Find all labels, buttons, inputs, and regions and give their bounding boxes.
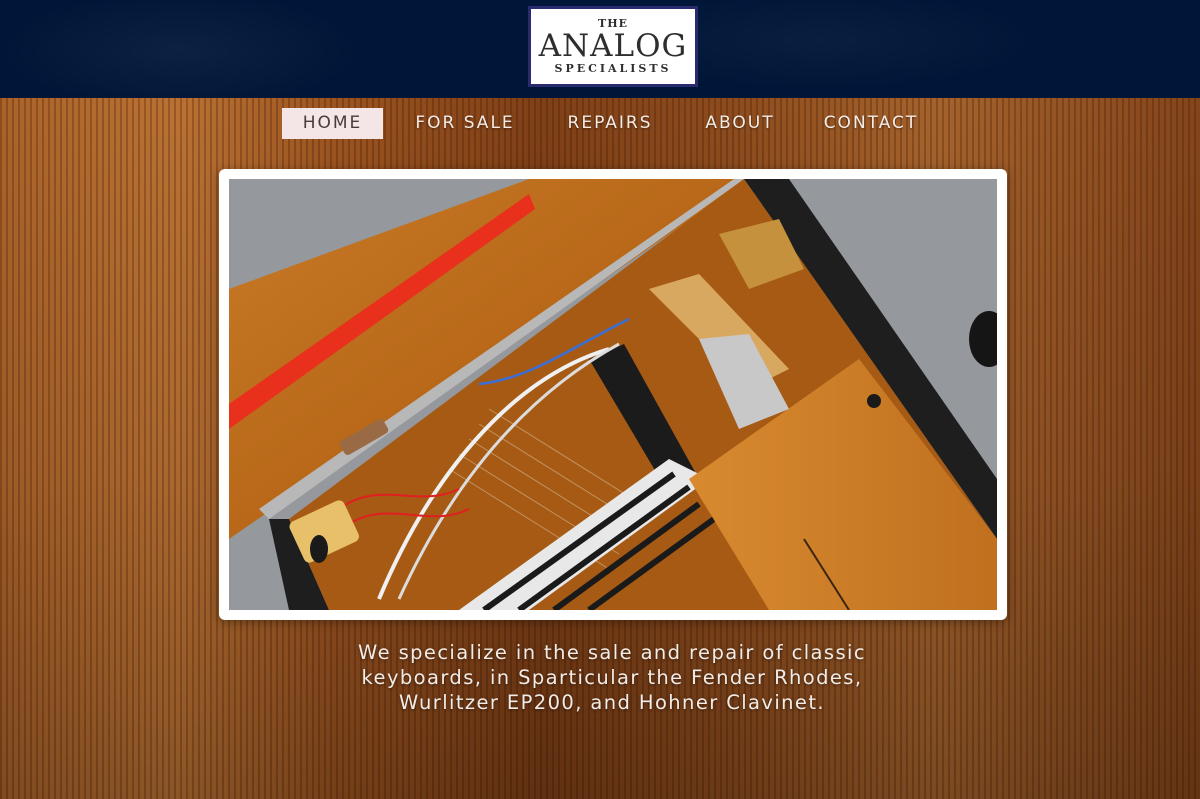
tagline: We specialize in the sale and repair of …: [280, 640, 944, 715]
nav-home[interactable]: HOME: [282, 107, 383, 139]
nav-contact[interactable]: CONTACT: [807, 108, 935, 139]
tagline-line-2: keyboards, in Sparticular the Fender Rho…: [361, 666, 863, 689]
nav-about[interactable]: ABOUT: [673, 108, 807, 139]
hero-image-frame: [219, 169, 1007, 620]
nav-for-sale[interactable]: FOR SALE: [383, 108, 547, 139]
tagline-line-3: Wurlitzer EP200, and Hohner Clavinet.: [399, 691, 825, 714]
tagline-line-1: We specialize in the sale and repair of …: [358, 641, 866, 664]
main-nav: HOME FOR SALE REPAIRS ABOUT CONTACT: [282, 107, 935, 139]
site-header: THE ANALOG SPECIALISTS: [0, 0, 1200, 98]
hero-keyboard-photo: [229, 179, 997, 610]
site-logo[interactable]: THE ANALOG SPECIALISTS: [528, 6, 698, 87]
nav-repairs[interactable]: REPAIRS: [547, 108, 673, 139]
logo-main: ANALOG: [538, 27, 688, 64]
logo-sub: SPECIALISTS: [554, 61, 672, 75]
